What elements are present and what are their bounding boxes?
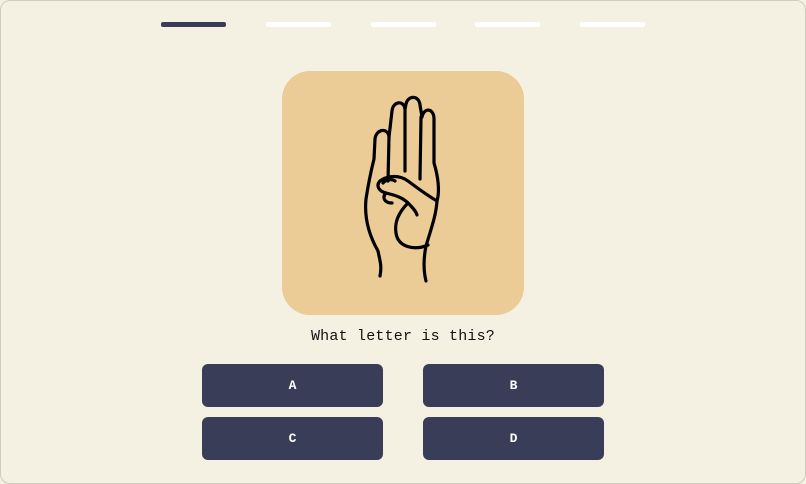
answer-button-d[interactable]: D: [423, 417, 604, 460]
question-text: What letter is this?: [310, 328, 496, 345]
progress-step-3: [371, 22, 436, 27]
progress-step-2: [266, 22, 331, 27]
answer-button-a[interactable]: A: [202, 364, 383, 407]
asl-hand-sign-b-icon: [364, 95, 441, 283]
progress-step-4: [475, 22, 540, 27]
sign-image-card: [282, 71, 524, 315]
answer-button-c[interactable]: C: [202, 417, 383, 460]
progress-step-5: [580, 22, 645, 27]
progress-step-1: [161, 22, 226, 27]
answer-button-b[interactable]: B: [423, 364, 604, 407]
progress-bar: [161, 22, 645, 28]
